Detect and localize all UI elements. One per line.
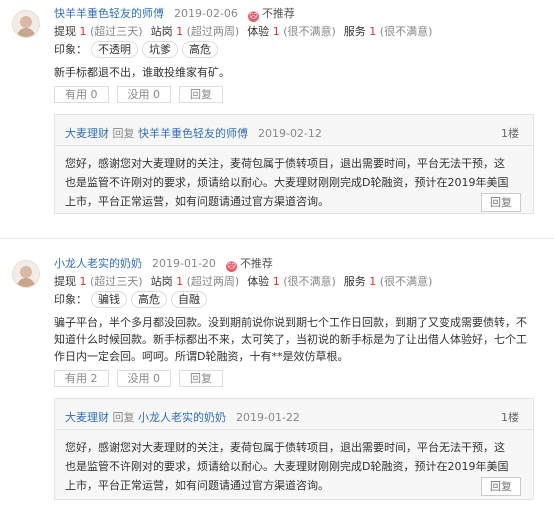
reply-to-link[interactable]: 快羊羊重色轻友的师傅 — [138, 127, 248, 140]
rating-value: 1 — [369, 275, 377, 288]
rating-value: 1 — [176, 25, 184, 38]
avatar[interactable] — [12, 10, 40, 38]
rating-value: 1 — [79, 275, 87, 288]
rating-note: (超过两周) — [186, 25, 240, 38]
reply-date: 2019-01-22 — [236, 411, 300, 424]
review-item: 快羊羊重色轻友的师傅 2019-02-06 ☹ 不推荐 提现 1 (超过三天) 站岗 1… — [0, 0, 554, 226]
rating-note: (超过两周) — [186, 275, 240, 288]
useless-button[interactable]: 没用 0 — [116, 370, 171, 387]
review-date: 2019-01-20 — [152, 257, 216, 270]
sad-face-icon: ☹ — [225, 261, 237, 272]
reply-author-link[interactable]: 大麦理财 — [65, 411, 109, 424]
official-reply: 大麦理财 回复 小龙人老实的奶奶 2019-01-22 1楼 您好，感谢您对大麦理… — [54, 398, 534, 500]
rating-note: (很不满意) — [379, 25, 433, 38]
impression-label: 印象： — [54, 43, 87, 56]
divider — [0, 238, 554, 239]
impression-tag: 高危 — [131, 291, 167, 308]
reply-box-button[interactable]: 回复 — [481, 477, 521, 496]
rating-label: 站岗 — [150, 25, 173, 38]
review-content: 骗子平台，半个多月都没回款。没到期前说你说到期七个工作日回款，到期了又变成需要债… — [54, 316, 527, 363]
floor-number: 1楼 — [501, 411, 519, 424]
rating-note: (超过三天) — [90, 275, 143, 288]
sad-face-icon: ☹ — [247, 11, 259, 22]
reply-button[interactable]: 回复 — [179, 86, 223, 103]
rating-label: 服务 — [343, 275, 366, 288]
rating-label: 体验 — [247, 275, 270, 288]
rating-value: 1 — [272, 25, 280, 38]
reply-author-link[interactable]: 大麦理财 — [65, 127, 109, 140]
reply-button[interactable]: 回复 — [179, 370, 223, 387]
reply-word: 回复 — [112, 127, 135, 140]
impression-tag: 不透明 — [91, 41, 138, 58]
rating-value: 1 — [176, 275, 184, 288]
rating-label: 站岗 — [150, 275, 173, 288]
floor-number: 1楼 — [501, 127, 519, 140]
useful-button[interactable]: 有用 2 — [54, 370, 109, 387]
rating-label: 服务 — [343, 25, 366, 38]
rating-value: 1 — [272, 275, 280, 288]
reply-to-link[interactable]: 小龙人老实的奶奶 — [138, 411, 226, 424]
username-link[interactable]: 快羊羊重色轻友的师傅 — [54, 7, 164, 20]
impression-tag: 高危 — [182, 41, 218, 58]
rating-label: 提现 — [54, 275, 76, 288]
avatar[interactable] — [12, 260, 40, 288]
rating-note: (很不满意) — [379, 275, 433, 288]
recommend-status: 不推荐 — [239, 257, 273, 270]
review-item: 小龙人老实的奶奶 2019-01-20 ☹ 不推荐 提现 1 (超过三天) 站岗 1 (… — [0, 250, 554, 506]
rating-note: (很不满意) — [283, 25, 336, 38]
reply-content: 您好，感谢您对大麦理财的关注，麦荷包属于债转项目，退出需要时间，平台无法干预，这… — [65, 441, 509, 492]
rating-label: 体验 — [247, 25, 270, 38]
official-reply: 大麦理财 回复 快羊羊重色轻友的师傅 2019-02-12 1楼 您好，感谢您对大… — [54, 114, 534, 214]
impression-tag: 骗钱 — [91, 291, 127, 308]
impression-tag: 坑爹 — [142, 41, 178, 58]
recommend-status: 不推荐 — [261, 7, 295, 20]
rating-value: 1 — [369, 25, 377, 38]
review-content: 新手标都退不出，谁敢投维家有矿。 — [54, 66, 230, 79]
rating-note: (很不满意) — [283, 275, 336, 288]
reply-content: 您好，感谢您对大麦理财的关注，麦荷包属于债转项目，退出需要时间，平台无法干预，这… — [65, 157, 509, 208]
impression-tag: 自融 — [171, 291, 207, 308]
rating-note: (超过三天) — [90, 25, 143, 38]
review-date: 2019-02-06 — [174, 7, 238, 20]
rating-value: 1 — [79, 25, 87, 38]
useful-button[interactable]: 有用 0 — [54, 86, 109, 103]
username-link[interactable]: 小龙人老实的奶奶 — [54, 257, 142, 270]
rating-label: 提现 — [54, 25, 76, 38]
reply-date: 2019-02-12 — [258, 127, 322, 140]
reply-word: 回复 — [112, 411, 135, 424]
reply-box-button[interactable]: 回复 — [481, 193, 521, 212]
impression-label: 印象： — [54, 293, 87, 306]
useless-button[interactable]: 没用 0 — [116, 86, 171, 103]
